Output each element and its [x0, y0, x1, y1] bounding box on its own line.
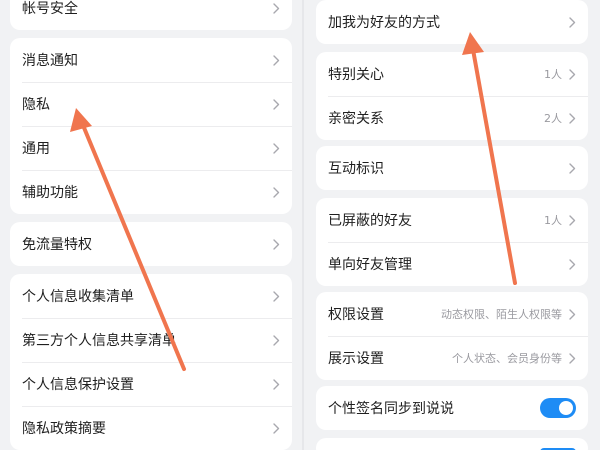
chevron-right-icon	[568, 308, 576, 320]
menu-item-label: 辅助功能	[22, 185, 78, 201]
menu-item-label: 个人信息保护设置	[22, 377, 134, 393]
menu-item-label: 消息通知	[22, 53, 78, 69]
menu-item-special-care[interactable]: 特别关心 1人	[316, 52, 588, 96]
menu-item-label: 权限设置	[328, 307, 384, 323]
group-data-plan: 免流量特权	[10, 222, 292, 266]
toggle-knob	[559, 401, 573, 415]
menu-item-one-way-friends[interactable]: 单向好友管理	[316, 242, 588, 286]
privacy-settings-list: 加我为好友的方式 特别关心 1人 亲密关系 2人 互动标识 已屏蔽的好友 1人 …	[304, 0, 600, 450]
menu-item-interaction-badges[interactable]: 互动标识	[316, 146, 588, 190]
chevron-right-icon	[272, 290, 280, 302]
group-signature: 个性签名同步到说说	[316, 386, 588, 430]
group-add-friend: 加我为好友的方式	[316, 0, 588, 44]
chevron-right-icon	[568, 112, 576, 124]
setting-summary: 动态权限、陌生人权限等	[441, 308, 562, 321]
chevron-right-icon	[568, 162, 576, 174]
chevron-right-icon	[272, 422, 280, 434]
menu-item-third-party-sharing[interactable]: 第三方个人信息共享清单	[10, 318, 292, 362]
group-account: 帐号安全	[10, 0, 292, 30]
menu-item-add-friend-method[interactable]: 加我为好友的方式	[316, 0, 588, 44]
chevron-right-icon	[272, 54, 280, 66]
menu-item-notifications[interactable]: 消息通知	[10, 38, 292, 82]
chevron-right-icon	[568, 214, 576, 226]
group-permissions: 权限设置 动态权限、陌生人权限等 展示设置 个人状态、会员身份等	[316, 292, 588, 380]
signature-sync-toggle[interactable]	[540, 398, 576, 418]
menu-item-label: 通用	[22, 141, 50, 157]
group-personal-info: 个人信息收集清单 第三方个人信息共享清单 个人信息保护设置 隐私政策摘要	[10, 274, 292, 450]
menu-item-privacy[interactable]: 隐私	[10, 82, 292, 126]
chevron-right-icon	[272, 142, 280, 154]
menu-item-signature-sync: 个性签名同步到说说	[316, 386, 588, 430]
menu-item-label: 免流量特权	[22, 237, 92, 253]
group-interaction: 互动标识	[316, 146, 588, 190]
menu-item-label: 加我为好友的方式	[328, 15, 440, 31]
menu-item-label: 隐私政策摘要	[22, 421, 106, 437]
menu-item-general[interactable]: 通用	[10, 126, 292, 170]
group-next-partial	[316, 438, 588, 450]
menu-item-label: 个人信息收集清单	[22, 289, 134, 305]
chevron-right-icon	[568, 352, 576, 364]
chevron-right-icon	[272, 238, 280, 250]
settings-list-left: 帐号安全 消息通知 隐私 通用 辅助功能 免流量特权 个人信息收集清单 第三方个…	[0, 0, 302, 450]
menu-item-label: 第三方个人信息共享清单	[22, 333, 176, 349]
group-relations: 特别关心 1人 亲密关系 2人	[316, 52, 588, 140]
menu-item-label: 已屏蔽的好友	[328, 213, 412, 229]
menu-item-blocked-friends[interactable]: 已屏蔽的好友 1人	[316, 198, 588, 242]
menu-item-account-security[interactable]: 帐号安全	[10, 0, 292, 30]
menu-item-info-collection-list[interactable]: 个人信息收集清单	[10, 274, 292, 318]
setting-summary: 个人状态、会员身份等	[452, 352, 562, 365]
menu-item-display-settings[interactable]: 展示设置 个人状态、会员身份等	[316, 336, 588, 380]
chevron-right-icon	[568, 258, 576, 270]
menu-item-label: 帐号安全	[22, 1, 78, 17]
menu-item-label: 特别关心	[328, 67, 384, 83]
menu-item-label: 展示设置	[328, 351, 384, 367]
menu-item-permission-settings[interactable]: 权限设置 动态权限、陌生人权限等	[316, 292, 588, 336]
menu-item-accessibility[interactable]: 辅助功能	[10, 170, 292, 214]
count-value: 2人	[544, 112, 562, 125]
menu-item-label: 隐私	[22, 97, 50, 113]
group-blocked: 已屏蔽的好友 1人 单向好友管理	[316, 198, 588, 286]
chevron-right-icon	[272, 186, 280, 198]
chevron-right-icon	[272, 378, 280, 390]
chevron-right-icon	[272, 98, 280, 110]
menu-item-label: 亲密关系	[328, 111, 384, 127]
menu-item-intimate-relations[interactable]: 亲密关系 2人	[316, 96, 588, 140]
menu-item-privacy-policy-summary[interactable]: 隐私政策摘要	[10, 406, 292, 450]
chevron-right-icon	[272, 2, 280, 14]
chevron-right-icon	[272, 334, 280, 346]
chevron-right-icon	[568, 16, 576, 28]
menu-item-info-protection[interactable]: 个人信息保护设置	[10, 362, 292, 406]
menu-item-label: 单向好友管理	[328, 257, 412, 273]
menu-item-free-data[interactable]: 免流量特权	[10, 222, 292, 266]
menu-item-label: 个性签名同步到说说	[328, 401, 454, 417]
count-value: 1人	[544, 68, 562, 81]
count-value: 1人	[544, 214, 562, 227]
group-general: 消息通知 隐私 通用 辅助功能	[10, 38, 292, 214]
menu-item-label: 互动标识	[328, 161, 384, 177]
chevron-right-icon	[568, 68, 576, 80]
